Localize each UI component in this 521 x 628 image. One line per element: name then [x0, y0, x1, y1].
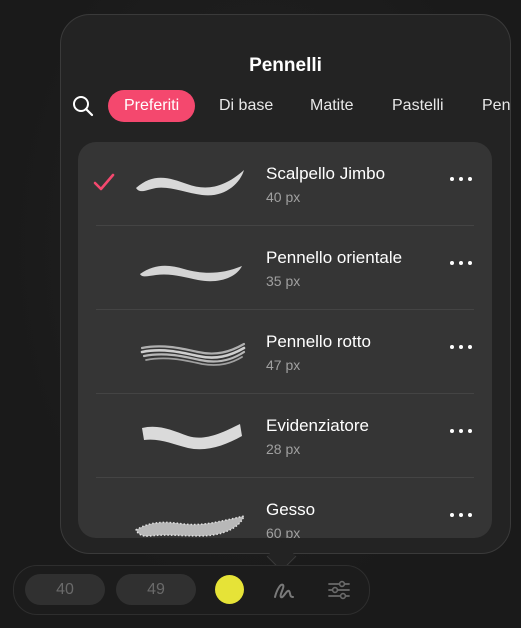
tab-matite[interactable]: Matite [310, 90, 354, 122]
category-tabs: Preferiti Di base Matite Pastelli Pen [108, 90, 510, 122]
tab-pen[interactable]: Pen [482, 90, 510, 122]
brush-size-button[interactable]: 40 [25, 574, 105, 605]
brush-name: Scalpello Jimbo [266, 164, 386, 183]
popover-title: Pennelli [249, 55, 322, 76]
more-options-icon[interactable] [450, 175, 472, 183]
brush-row-gesso[interactable]: Gesso 60 px [78, 478, 492, 538]
brush-tool-icon[interactable] [271, 577, 297, 603]
brush-stroke-preview [140, 342, 246, 366]
more-options-icon[interactable] [450, 343, 472, 351]
app-canvas: Pennelli Preferiti Di base Matite Pastel… [0, 0, 521, 628]
settings-sliders-icon[interactable] [326, 577, 352, 603]
tab-pastelli[interactable]: Pastelli [392, 90, 444, 122]
brush-name: Pennello rotto [266, 332, 371, 351]
brush-stroke-preview [140, 265, 242, 282]
opacity-button[interactable]: 49 [116, 574, 196, 605]
bottom-toolbar: 40 49 [13, 565, 370, 615]
brush-stroke-preview [135, 514, 246, 537]
brush-row-pennello-rotto[interactable]: Pennello rotto 47 px [78, 310, 492, 394]
brush-size: 28 px [266, 441, 301, 457]
brush-row-scalpello-jimbo[interactable]: Scalpello Jimbo 40 px [78, 142, 492, 226]
brush-name: Gesso [266, 500, 316, 519]
more-options-icon[interactable] [450, 427, 472, 435]
tab-preferiti[interactable]: Preferiti [108, 90, 196, 122]
brush-name: Evidenziatore [266, 416, 370, 435]
search-icon[interactable] [72, 95, 94, 117]
color-picker-button[interactable] [215, 575, 244, 604]
checkmark-icon [93, 173, 115, 191]
brush-size: 35 px [266, 273, 301, 289]
brush-size: 47 px [266, 357, 301, 373]
more-options-icon[interactable] [450, 259, 472, 267]
brush-size: 40 px [266, 189, 301, 205]
more-options-icon[interactable] [450, 511, 472, 519]
tab-di-base[interactable]: Di base [219, 90, 273, 122]
brushes-popover: Pennelli Preferiti Di base Matite Pastel… [60, 14, 511, 554]
brush-row-pennello-orientale[interactable]: Pennello orientale 35 px [78, 226, 492, 310]
brush-size: 60 px [266, 525, 301, 538]
brush-row-evidenziatore[interactable]: Evidenziatore 28 px [78, 394, 492, 478]
brush-name: Pennello orientale [266, 248, 403, 267]
brush-stroke-preview [142, 424, 242, 450]
brush-list: Scalpello Jimbo 40 px Pennello orientale… [78, 142, 492, 538]
brush-stroke-preview [136, 170, 244, 196]
